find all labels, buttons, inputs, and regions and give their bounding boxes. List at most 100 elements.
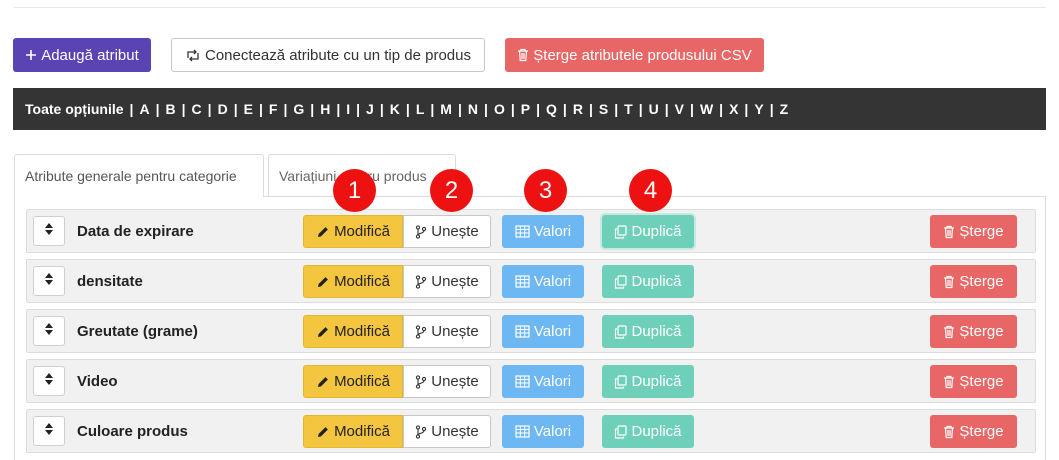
attribute-row: Data de expirare Modifică Unește Valori Dupl… <box>26 209 1036 253</box>
trash-icon <box>943 225 955 239</box>
alphabet-separator: | <box>310 101 315 117</box>
alphabet-separator: | <box>510 101 515 117</box>
sort-handle[interactable] <box>33 366 65 396</box>
edit-button[interactable]: Modifică <box>303 315 403 348</box>
alphabet-letter-a[interactable]: A <box>139 101 149 117</box>
top-divider <box>14 7 1046 8</box>
edit-button-label: Modifică <box>334 273 390 290</box>
alphabet-letter-k[interactable]: K <box>390 101 400 117</box>
alphabet-letter-s[interactable]: S <box>599 101 608 117</box>
tab-general-attributes-label: Atribute generale pentru categorie <box>25 167 237 184</box>
alphabet-letter-g[interactable]: G <box>293 101 304 117</box>
values-button[interactable]: Valori <box>502 365 584 398</box>
duplicate-button[interactable]: Duplică <box>602 415 694 448</box>
alphabet-letter-z[interactable]: Z <box>780 101 789 117</box>
trash-icon <box>517 48 529 62</box>
attribute-name: Greutate (grame) <box>77 322 198 340</box>
delete-button[interactable]: Șterge <box>930 415 1017 448</box>
alphabet-letter-q[interactable]: Q <box>546 101 557 117</box>
delete-button[interactable]: Șterge <box>930 365 1017 398</box>
attribute-name: Video <box>77 372 118 390</box>
merge-button[interactable]: Unește <box>403 415 491 448</box>
alphabet-separator: | <box>283 101 288 117</box>
alphabet-separator: | <box>356 101 361 117</box>
alphabet-separator: | <box>181 101 186 117</box>
alphabet-separator: | <box>719 101 724 117</box>
trash-icon <box>943 375 955 389</box>
alphabet-separator: | <box>457 101 462 117</box>
duplicate-button[interactable]: Duplică <box>602 265 694 298</box>
sort-handle[interactable] <box>33 216 65 246</box>
alphabet-separator: | <box>207 101 212 117</box>
delete-button[interactable]: Șterge <box>930 265 1017 298</box>
delete-button[interactable]: Șterge <box>930 315 1017 348</box>
attribute-row: Video Modifică Unește Valori Duplică Șterge <box>26 359 1036 403</box>
values-button-label: Valori <box>533 273 572 290</box>
alphabet-letter-t[interactable]: T <box>624 101 633 117</box>
sort-icon <box>44 372 54 391</box>
delete-button[interactable]: Șterge <box>930 215 1017 248</box>
alphabet-letter-v[interactable]: V <box>675 101 684 117</box>
merge-button[interactable]: Unește <box>403 265 491 298</box>
sort-handle[interactable] <box>33 316 65 346</box>
add-attribute-button[interactable]: Adaugă atribut <box>13 38 151 72</box>
alphabet-letter-m[interactable]: M <box>440 101 452 117</box>
alphabet-separator: | <box>430 101 435 117</box>
delete-csv-attributes-button[interactable]: Șterge atributele produsului CSV <box>505 38 764 72</box>
alphabet-letter-c[interactable]: C <box>192 101 202 117</box>
pencil-icon <box>316 375 330 389</box>
values-button-label: Valori <box>533 423 572 440</box>
delete-button-label: Șterge <box>959 423 1004 440</box>
alphabet-letter-u[interactable]: U <box>649 101 659 117</box>
alphabet-separator: | <box>379 101 384 117</box>
sort-handle[interactable] <box>33 416 65 446</box>
copy-icon <box>614 424 628 439</box>
alphabet-separator: | <box>233 101 238 117</box>
values-button[interactable]: Valori <box>502 415 584 448</box>
alphabet-letter-o[interactable]: O <box>494 101 505 117</box>
values-button[interactable]: Valori <box>502 215 584 248</box>
merge-button[interactable]: Unește <box>403 365 491 398</box>
connect-attributes-button[interactable]: Conectează atribute cu un tip de produs <box>171 38 485 72</box>
alphabet-separator: | <box>562 101 567 117</box>
values-button[interactable]: Valori <box>502 315 584 348</box>
duplicate-button-label: Duplică <box>631 273 682 290</box>
alphabet-letter-w[interactable]: W <box>700 101 713 117</box>
values-button[interactable]: Valori <box>502 265 584 298</box>
alphabet-letter-x[interactable]: X <box>729 101 738 117</box>
alphabet-letter-r[interactable]: R <box>573 101 583 117</box>
edit-button[interactable]: Modifică <box>303 415 403 448</box>
alphabet-letter-h[interactable]: H <box>320 101 330 117</box>
alphabet-separator: | <box>664 101 669 117</box>
alphabet-letter-b[interactable]: B <box>165 101 175 117</box>
alphabet-letter-d[interactable]: D <box>218 101 228 117</box>
alphabet-letter-p[interactable]: P <box>521 101 530 117</box>
edit-button[interactable]: Modifică <box>303 365 403 398</box>
merge-button[interactable]: Unește <box>403 315 491 348</box>
edit-button[interactable]: Modifică <box>303 265 403 298</box>
merge-button-label: Unește <box>431 223 479 240</box>
duplicate-button[interactable]: Duplică <box>602 365 694 398</box>
sort-icon <box>44 272 54 291</box>
alphabet-letter-n[interactable]: N <box>468 101 478 117</box>
edit-button[interactable]: Modifică <box>303 215 403 248</box>
alphabet-letter-l[interactable]: L <box>416 101 425 117</box>
edit-button-label: Modifică <box>334 373 390 390</box>
alphabet-separator: | <box>336 101 341 117</box>
alphabet-letter-e[interactable]: E <box>244 101 253 117</box>
add-attribute-label: Adaugă atribut <box>41 46 139 64</box>
alphabet-letter-i[interactable]: I <box>346 101 350 117</box>
edit-button-label: Modifică <box>334 223 390 240</box>
merge-button[interactable]: Unește <box>403 215 491 248</box>
annotation-marker-1: 1 <box>333 169 376 212</box>
alphabet-letter-y[interactable]: Y <box>754 101 763 117</box>
duplicate-button[interactable]: Duplică <box>602 215 694 248</box>
sort-handle[interactable] <box>33 266 65 296</box>
tab-general-attributes[interactable]: Atribute generale pentru categorie <box>14 154 264 196</box>
alphabet-letter-j[interactable]: J <box>366 101 374 117</box>
alphabet-all-link[interactable]: Toate opțiunile <box>25 101 124 117</box>
alphabet-separator: | <box>614 101 619 117</box>
alphabet-separator: | <box>744 101 749 117</box>
alphabet-letter-f[interactable]: F <box>269 101 278 117</box>
duplicate-button[interactable]: Duplică <box>602 315 694 348</box>
